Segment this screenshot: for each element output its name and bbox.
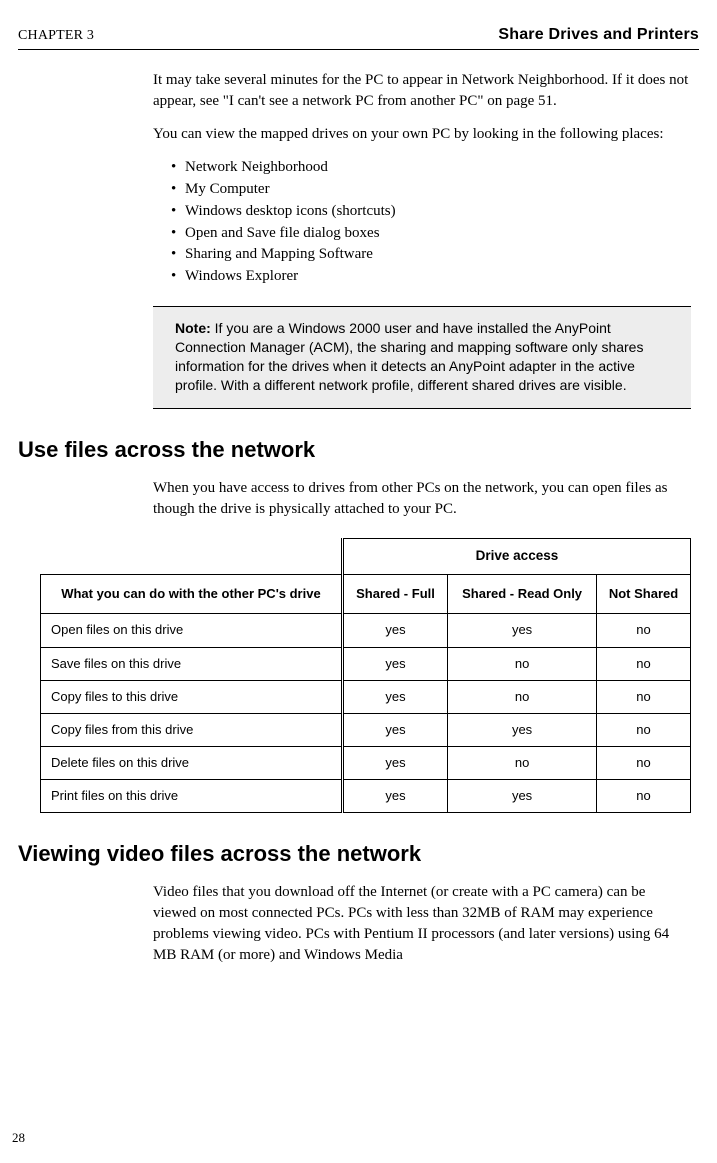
table-cell: yes bbox=[342, 713, 447, 746]
section-heading-use-files: Use files across the network bbox=[18, 435, 699, 466]
section2-body: Video files that you download off the In… bbox=[153, 882, 691, 966]
table-cell: yes bbox=[448, 780, 597, 813]
section1-paragraph: When you have access to drives from othe… bbox=[153, 478, 691, 520]
page-number: 28 bbox=[12, 1129, 25, 1147]
list-item: Windows desktop icons (shortcuts) bbox=[171, 201, 691, 223]
table-corner-empty bbox=[41, 539, 343, 575]
table-cell: no bbox=[597, 780, 691, 813]
table-cell: yes bbox=[342, 680, 447, 713]
intro-block: It may take several minutes for the PC t… bbox=[153, 70, 691, 409]
table-row: Delete files on this drive yes no no bbox=[41, 747, 691, 780]
note-box: Note: If you are a Windows 2000 user and… bbox=[153, 307, 691, 409]
table-row: Copy files from this drive yes yes no bbox=[41, 713, 691, 746]
table-cell: no bbox=[448, 647, 597, 680]
table-cell: no bbox=[597, 747, 691, 780]
table-row-label: Delete files on this drive bbox=[41, 747, 343, 780]
table-row-label: Copy files to this drive bbox=[41, 680, 343, 713]
table-row: Print files on this drive yes yes no bbox=[41, 780, 691, 813]
table-row: Open files on this drive yes yes no bbox=[41, 614, 691, 647]
table-col-header: Shared - Read Only bbox=[448, 575, 597, 614]
table-cell: no bbox=[597, 713, 691, 746]
list-item: Network Neighborhood bbox=[171, 157, 691, 179]
table-cell: no bbox=[597, 614, 691, 647]
table-col-header: Not Shared bbox=[597, 575, 691, 614]
table-cell: no bbox=[448, 680, 597, 713]
table-cell: yes bbox=[448, 713, 597, 746]
note-container: Note: If you are a Windows 2000 user and… bbox=[153, 306, 691, 410]
drive-access-table-wrap: Drive access What you can do with the ot… bbox=[40, 538, 691, 813]
list-item: Open and Save file dialog boxes bbox=[171, 223, 691, 245]
section2-paragraph: Video files that you download off the In… bbox=[153, 882, 691, 966]
note-label: Note: bbox=[175, 320, 211, 336]
table-cell: yes bbox=[342, 747, 447, 780]
table-row: Copy files to this drive yes no no bbox=[41, 680, 691, 713]
intro-paragraph-2: You can view the mapped drives on your o… bbox=[153, 124, 691, 145]
list-item: Sharing and Mapping Software bbox=[171, 244, 691, 266]
table-row-label: Print files on this drive bbox=[41, 780, 343, 813]
table-row-label: Save files on this drive bbox=[41, 647, 343, 680]
table-cell: yes bbox=[342, 614, 447, 647]
table-cell: no bbox=[448, 747, 597, 780]
table-row: Save files on this drive yes no no bbox=[41, 647, 691, 680]
table-cell: yes bbox=[342, 647, 447, 680]
intro-bullet-list: Network Neighborhood My Computer Windows… bbox=[171, 157, 691, 288]
header-title: Share Drives and Printers bbox=[498, 24, 699, 46]
table-col-header: Shared - Full bbox=[342, 575, 447, 614]
section-heading-video-files: Viewing video files across the network bbox=[18, 839, 699, 870]
table-row: What you can do with the other PC's driv… bbox=[41, 575, 691, 614]
table-row-header-col: What you can do with the other PC's driv… bbox=[41, 575, 343, 614]
table-cell: no bbox=[597, 680, 691, 713]
table-cell: no bbox=[597, 647, 691, 680]
table-cell: yes bbox=[448, 614, 597, 647]
list-item: Windows Explorer bbox=[171, 266, 691, 288]
table-row-label: Open files on this drive bbox=[41, 614, 343, 647]
list-item: My Computer bbox=[171, 179, 691, 201]
table-row-label: Copy files from this drive bbox=[41, 713, 343, 746]
table-row: Drive access bbox=[41, 539, 691, 575]
intro-paragraph-1: It may take several minutes for the PC t… bbox=[153, 70, 691, 112]
chapter-label: CHAPTER 3 bbox=[18, 26, 94, 46]
table-cell: yes bbox=[342, 780, 447, 813]
page-header: CHAPTER 3 Share Drives and Printers bbox=[18, 24, 699, 50]
section1-body: When you have access to drives from othe… bbox=[153, 478, 691, 520]
drive-access-table: Drive access What you can do with the ot… bbox=[40, 538, 691, 813]
table-group-header: Drive access bbox=[342, 539, 690, 575]
note-text: If you are a Windows 2000 user and have … bbox=[175, 320, 643, 393]
